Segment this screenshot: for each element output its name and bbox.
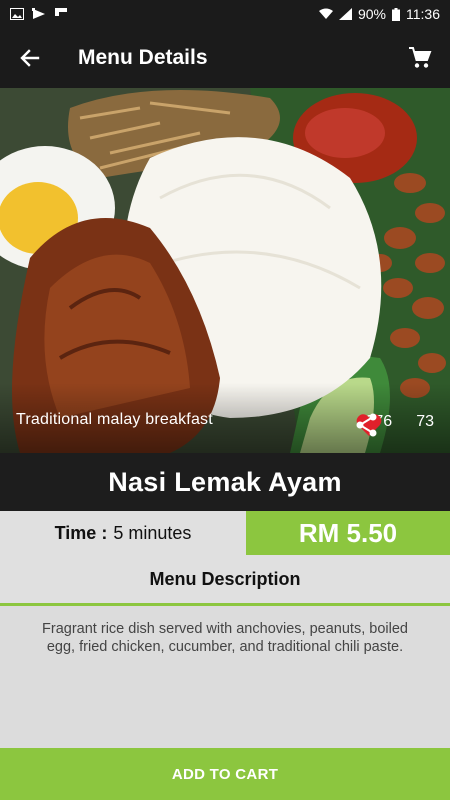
signal-icon: [338, 8, 352, 20]
clock: 11:36: [406, 6, 440, 22]
status-system: 90% 11:36: [318, 6, 440, 22]
back-button[interactable]: [0, 28, 60, 88]
app-bar: Menu Details: [0, 28, 450, 88]
wifi-icon: [318, 8, 333, 19]
dish-name: Nasi Lemak Ayam: [108, 466, 342, 497]
dish-photo: Traditional malay breakfast 376 73: [0, 88, 450, 453]
hero-stats: 376 73: [356, 413, 434, 437]
battery-percent: 90%: [357, 6, 386, 22]
time-label: Time :: [54, 522, 108, 543]
status-bar: 90% 11:36: [0, 0, 450, 28]
price-value: RM 5.50: [298, 517, 398, 548]
play-store-icon: [32, 8, 45, 19]
add-to-cart-button[interactable]: ADD TO CART: [0, 748, 450, 800]
price-badge: RM 5.50: [246, 511, 450, 555]
battery-icon: [392, 7, 400, 21]
page-title: Menu Details: [78, 46, 208, 69]
cart-button[interactable]: [390, 28, 450, 88]
prep-time: Time : 5 minutes: [0, 511, 246, 555]
shares-count: 73: [416, 413, 434, 430]
info-row: Time : 5 minutes RM 5.50: [0, 511, 450, 555]
share-icon: [356, 413, 376, 437]
hero-caption: Traditional malay breakfast: [16, 411, 213, 428]
image-icon: [10, 8, 24, 20]
flipboard-icon: [55, 8, 67, 16]
arrow-back-icon: [20, 49, 40, 67]
status-notifications: [10, 8, 68, 20]
description-text: Fragrant rice dish served with anchovies…: [0, 606, 450, 748]
shopping-cart-icon: [409, 47, 432, 68]
dish-title-bar: Nasi Lemak Ayam: [0, 453, 450, 511]
time-value: 5 minutes: [113, 522, 192, 543]
description-header: Menu Description: [0, 555, 450, 603]
